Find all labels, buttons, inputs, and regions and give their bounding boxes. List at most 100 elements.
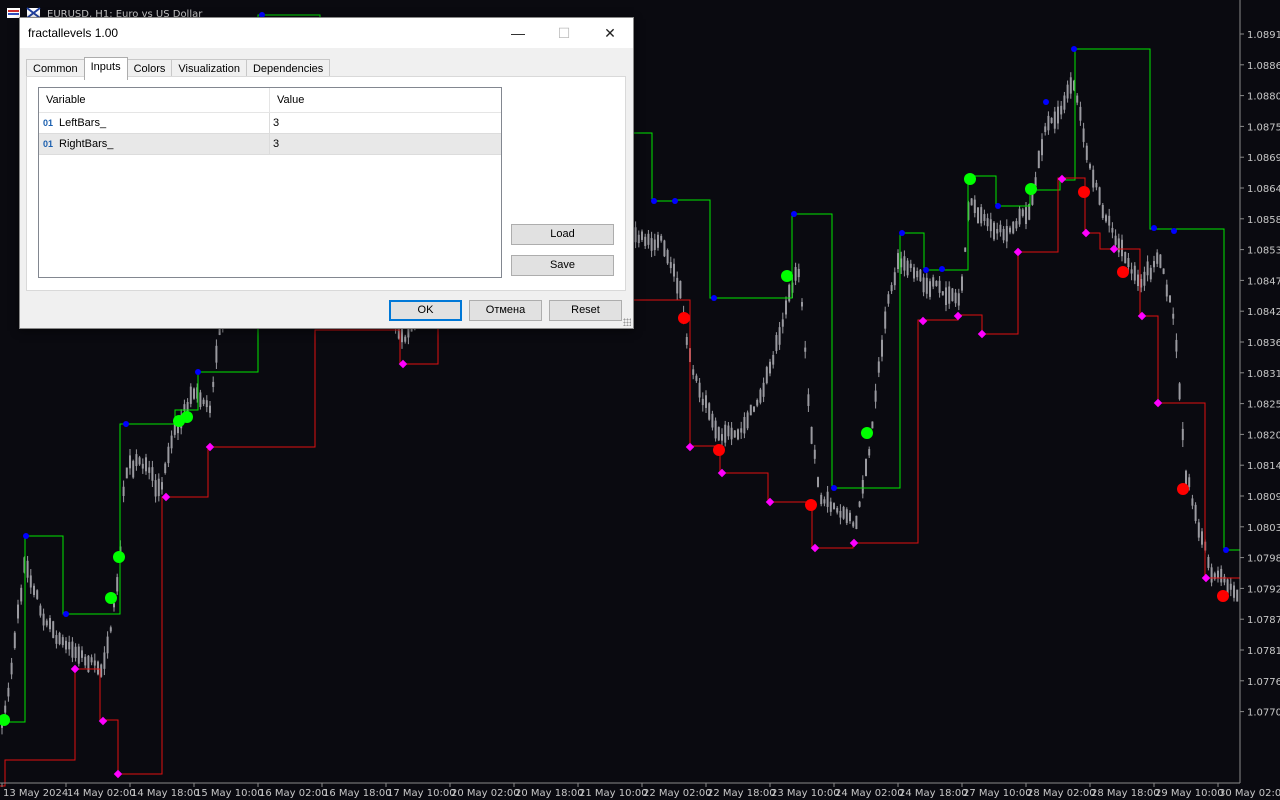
buy-signal-dot bbox=[181, 411, 193, 423]
candle-body bbox=[922, 277, 925, 293]
candle-body bbox=[61, 637, 64, 646]
input-row-leftbars[interactable]: 01 LeftBars_ 3 bbox=[39, 113, 501, 134]
minimize-button[interactable]: — bbox=[495, 18, 541, 48]
candle-body bbox=[161, 482, 163, 490]
candle-body bbox=[797, 268, 800, 278]
candle-body bbox=[132, 460, 135, 478]
candle-body bbox=[1220, 568, 1223, 583]
save-button[interactable]: Save bbox=[511, 255, 614, 276]
ok-button[interactable]: OK bbox=[389, 300, 462, 321]
column-header-value[interactable]: Value bbox=[270, 88, 304, 112]
candle-body bbox=[1089, 164, 1091, 169]
upper-fractal-marker bbox=[651, 198, 657, 204]
candle-body bbox=[1210, 567, 1213, 583]
candle-body bbox=[634, 227, 637, 243]
candle-body bbox=[113, 603, 115, 608]
candle-body bbox=[26, 560, 29, 578]
candle-body bbox=[941, 291, 944, 296]
candle-body bbox=[749, 404, 752, 416]
candle-body bbox=[212, 381, 215, 387]
candle-body bbox=[919, 269, 922, 282]
candle-body bbox=[951, 288, 954, 302]
tab-inputs[interactable]: Inputs bbox=[83, 57, 128, 80]
candle-body bbox=[193, 388, 195, 399]
candle-body bbox=[1146, 261, 1149, 276]
candle-body bbox=[727, 425, 730, 437]
resize-grip-icon[interactable] bbox=[623, 318, 631, 326]
dialog-titlebar[interactable]: fractallevels 1.00 — ☐ ✕ bbox=[20, 18, 633, 48]
candle-body bbox=[77, 646, 80, 664]
candle-body bbox=[1165, 284, 1168, 297]
maximize-button[interactable]: ☐ bbox=[541, 18, 587, 48]
price-label: 1.08420 bbox=[1247, 307, 1280, 318]
candle-body bbox=[925, 277, 928, 294]
time-label: 20 May 02:00 bbox=[451, 788, 520, 799]
candle-body bbox=[1047, 115, 1050, 131]
candle-body bbox=[1236, 589, 1239, 602]
load-button[interactable]: Load bbox=[511, 224, 614, 245]
candle-body bbox=[129, 455, 131, 469]
input-name: LeftBars_ bbox=[59, 117, 107, 129]
candle-body bbox=[929, 281, 931, 297]
candle-body bbox=[45, 620, 48, 626]
candle-body bbox=[996, 228, 999, 234]
candle-body bbox=[52, 621, 55, 638]
sell-signal-dot bbox=[1217, 590, 1229, 602]
price-label: 1.08860 bbox=[1247, 61, 1280, 72]
candle-body bbox=[1153, 261, 1155, 268]
candle-body bbox=[1172, 313, 1175, 319]
candle-body bbox=[1085, 145, 1088, 160]
sell-signal-dot bbox=[1177, 483, 1189, 495]
cancel-button[interactable]: Отмена bbox=[469, 300, 542, 321]
candle-body bbox=[909, 263, 912, 268]
candle-body bbox=[705, 395, 707, 408]
candle-body bbox=[1101, 204, 1104, 218]
candle-body bbox=[657, 234, 659, 248]
candle-body bbox=[970, 198, 973, 206]
candle-body bbox=[650, 238, 653, 251]
time-label: 29 May 10:00 bbox=[1155, 788, 1224, 799]
candle-body bbox=[647, 233, 650, 245]
candle-body bbox=[1121, 239, 1123, 257]
candle-body bbox=[653, 239, 656, 251]
candle-body bbox=[1207, 556, 1210, 568]
candle-body bbox=[641, 231, 643, 240]
time-label: 16 May 18:00 bbox=[323, 788, 392, 799]
close-button[interactable]: ✕ bbox=[587, 18, 633, 48]
time-label: 28 May 18:00 bbox=[1091, 788, 1160, 799]
candle-body bbox=[1095, 182, 1098, 188]
candle-body bbox=[125, 467, 128, 479]
candle-body bbox=[1130, 269, 1133, 274]
candle-body bbox=[116, 577, 119, 592]
input-value-field[interactable]: 3 bbox=[270, 113, 279, 133]
buy-signal-dot bbox=[113, 551, 125, 563]
column-header-variable[interactable]: Variable bbox=[39, 88, 270, 112]
candle-body bbox=[775, 335, 778, 351]
candle-body bbox=[135, 454, 138, 467]
upper-fractal-marker bbox=[195, 369, 201, 375]
input-row-rightbars[interactable]: 01 RightBars_ 3 bbox=[39, 134, 501, 155]
upper-fractal-marker bbox=[123, 421, 129, 427]
candle-body bbox=[973, 199, 976, 214]
candle-body bbox=[1143, 271, 1146, 286]
input-value-field[interactable]: 3 bbox=[270, 134, 279, 154]
candle-body bbox=[36, 590, 39, 599]
time-label: 17 May 10:00 bbox=[387, 788, 456, 799]
candle-body bbox=[807, 394, 810, 406]
input-name: RightBars_ bbox=[59, 138, 114, 150]
time-label: 23 May 10:00 bbox=[771, 788, 840, 799]
candle-body bbox=[868, 449, 871, 456]
candle-body bbox=[1025, 207, 1027, 224]
candle-body bbox=[93, 660, 96, 666]
int-type-icon: 01 bbox=[43, 139, 54, 149]
candle-body bbox=[890, 285, 893, 292]
candle-body bbox=[839, 510, 842, 518]
candle-body bbox=[145, 457, 147, 472]
candle-body bbox=[673, 263, 675, 277]
candle-body bbox=[205, 400, 208, 408]
candle-body bbox=[887, 294, 890, 304]
candle-body bbox=[855, 515, 858, 529]
reset-button[interactable]: Reset bbox=[549, 300, 622, 321]
candle-body bbox=[753, 406, 755, 412]
price-label: 1.08200 bbox=[1247, 430, 1280, 441]
